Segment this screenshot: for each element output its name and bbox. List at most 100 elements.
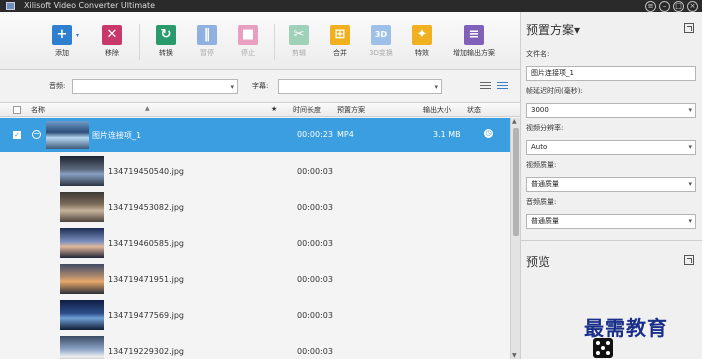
- file-name-field[interactable]: 图片连接项_1: [526, 66, 696, 81]
- status-clock-icon: ◷: [484, 129, 493, 138]
- item-name: 134719460585.jpg: [108, 239, 184, 248]
- remove-icon: ✕: [102, 25, 122, 45]
- column-duration[interactable]: 时间长度: [293, 105, 321, 115]
- delay-label: 帧延迟时间(毫秒):: [526, 87, 583, 95]
- toolbar: + 添加 ▾ ✕ 移除 ↻ 转换 ‖ 暂停 ■ 停止 ✂ 剪辑 ⊞ 合并 3D …: [0, 12, 520, 70]
- profile-icon: ≡: [464, 25, 484, 45]
- list-item[interactable]: 134719229302.jpg 00:00:03: [0, 333, 510, 359]
- convert-icon: ↻: [156, 25, 176, 45]
- subtitle-select[interactable]: ▾: [278, 79, 442, 94]
- detail-view-icon[interactable]: [480, 82, 491, 91]
- preview-title: 预览: [526, 255, 551, 269]
- column-status[interactable]: 状态: [467, 105, 481, 115]
- effects-button[interactable]: ✦ 特效: [402, 20, 442, 66]
- list-scrollbar[interactable]: ▲ ▼: [510, 118, 520, 359]
- convert-button[interactable]: ↻ 转换: [146, 20, 186, 66]
- audio-quality-select[interactable]: 普通质量 ▾: [526, 214, 696, 229]
- thumbnail: [60, 156, 104, 186]
- group-row[interactable]: ✓ − 图片连接项_1 00:00:23 MP4 3.1 MB ◷: [0, 118, 510, 152]
- column-output-size[interactable]: 输出大小: [423, 105, 451, 115]
- add-dropdown-icon[interactable]: ▾: [76, 32, 79, 39]
- item-name: 134719477569.jpg: [108, 311, 184, 320]
- item-name: 134719450540.jpg: [108, 167, 184, 176]
- task-list: ✓ − 图片连接项_1 00:00:23 MP4 3.1 MB ◷ 134719…: [0, 118, 510, 359]
- item-duration: 00:00:03: [297, 347, 333, 356]
- expand-icon[interactable]: [684, 23, 694, 33]
- expand-icon[interactable]: [684, 255, 694, 265]
- audio-select[interactable]: ▾: [72, 79, 238, 94]
- toolbar-divider: [139, 24, 140, 60]
- pause-icon: ‖: [197, 25, 217, 45]
- watermark-logo: 最需教育: [576, 302, 702, 359]
- group-checkbox[interactable]: ✓: [13, 131, 21, 139]
- select-all-checkbox[interactable]: [13, 106, 21, 114]
- clip-button[interactable]: ✂ 剪辑: [279, 20, 319, 66]
- item-duration: 00:00:03: [297, 239, 333, 248]
- scrollbar-thumb[interactable]: [513, 128, 519, 236]
- column-star[interactable]: ★: [271, 105, 277, 113]
- scissors-icon: ✂: [289, 25, 309, 45]
- scroll-up-icon[interactable]: ▲: [512, 118, 517, 125]
- item-duration: 00:00:03: [297, 275, 333, 284]
- item-duration: 00:00:03: [297, 167, 333, 176]
- minimize-icon[interactable]: –: [659, 0, 670, 12]
- thumbnail: [60, 300, 104, 330]
- 3d-button[interactable]: 3D 3D变换: [361, 20, 401, 66]
- 3d-icon: 3D: [371, 25, 391, 45]
- remove-button[interactable]: ✕ 移除: [92, 20, 132, 66]
- maximize-icon[interactable]: □: [673, 0, 684, 12]
- column-preset[interactable]: 预置方案: [337, 105, 365, 115]
- sort-up-icon: ▲: [145, 105, 150, 112]
- chevron-down-icon: ▾: [688, 106, 692, 114]
- audio-label: 音频:: [49, 82, 66, 90]
- divider: [521, 240, 702, 241]
- video-quality-select[interactable]: 普通质量 ▾: [526, 177, 696, 192]
- list-item[interactable]: 134719471951.jpg 00:00:03: [0, 261, 510, 297]
- list-item[interactable]: 134719460585.jpg 00:00:03: [0, 225, 510, 261]
- resolution-select[interactable]: Auto ▾: [526, 140, 696, 155]
- stop-icon: ■: [238, 25, 258, 45]
- effects-icon: ✦: [412, 25, 432, 45]
- scroll-down-icon[interactable]: ▼: [512, 352, 517, 359]
- merge-icon: ⊞: [330, 25, 350, 45]
- list-item[interactable]: 134719450540.jpg 00:00:03: [0, 153, 510, 189]
- dice-icon: [593, 338, 613, 358]
- stop-button[interactable]: ■ 停止: [228, 20, 268, 66]
- item-name: 134719471951.jpg: [108, 275, 184, 284]
- item-name: 134719453082.jpg: [108, 203, 184, 212]
- merge-button[interactable]: ⊞ 合并: [320, 20, 360, 66]
- thumbnail: [60, 228, 104, 258]
- task-duration: 00:00:23: [297, 130, 333, 139]
- thumbnail: [60, 336, 104, 359]
- task-size: 3.1 MB: [433, 130, 461, 139]
- chevron-down-icon: ▾: [688, 180, 692, 188]
- list-view-icon[interactable]: [497, 82, 508, 91]
- resolution-label: 视频分辨率:: [526, 124, 564, 132]
- task-name: 图片连接项_1: [92, 131, 142, 140]
- file-name-label: 文件名:: [526, 50, 550, 58]
- chevron-down-icon: ▾: [688, 217, 692, 225]
- thumbnail: [60, 264, 104, 294]
- column-name[interactable]: 名称: [31, 105, 45, 115]
- add-profile-button[interactable]: ≡ 增加输出方案: [447, 20, 501, 66]
- add-icon: +: [52, 25, 72, 45]
- list-item[interactable]: 134719453082.jpg 00:00:03: [0, 189, 510, 225]
- thumbnail: [60, 192, 104, 222]
- thumbnail: [46, 121, 89, 149]
- add-button[interactable]: + 添加: [42, 20, 82, 66]
- delay-select[interactable]: 3000 ▾: [526, 103, 696, 118]
- chevron-down-icon: ▾: [688, 143, 692, 151]
- toolbar-divider: [274, 24, 275, 60]
- collapse-icon[interactable]: −: [32, 130, 41, 139]
- close-icon[interactable]: ×: [687, 0, 698, 12]
- item-duration: 00:00:03: [297, 203, 333, 212]
- task-preset[interactable]: MP4: [337, 130, 354, 139]
- item-name: 134719229302.jpg: [108, 347, 184, 356]
- help-icon[interactable]: ≡: [645, 0, 656, 12]
- pause-button[interactable]: ‖ 暂停: [187, 20, 227, 66]
- profile-panel-title[interactable]: 预置方案▾: [526, 21, 580, 38]
- list-item[interactable]: 134719477569.jpg 00:00:03: [0, 297, 510, 333]
- title-bar: Xilisoft Video Converter Ultimate ≡ – □ …: [0, 0, 702, 12]
- subtitle-label: 字幕:: [252, 82, 269, 90]
- watermark-text: 最需教育: [584, 316, 668, 340]
